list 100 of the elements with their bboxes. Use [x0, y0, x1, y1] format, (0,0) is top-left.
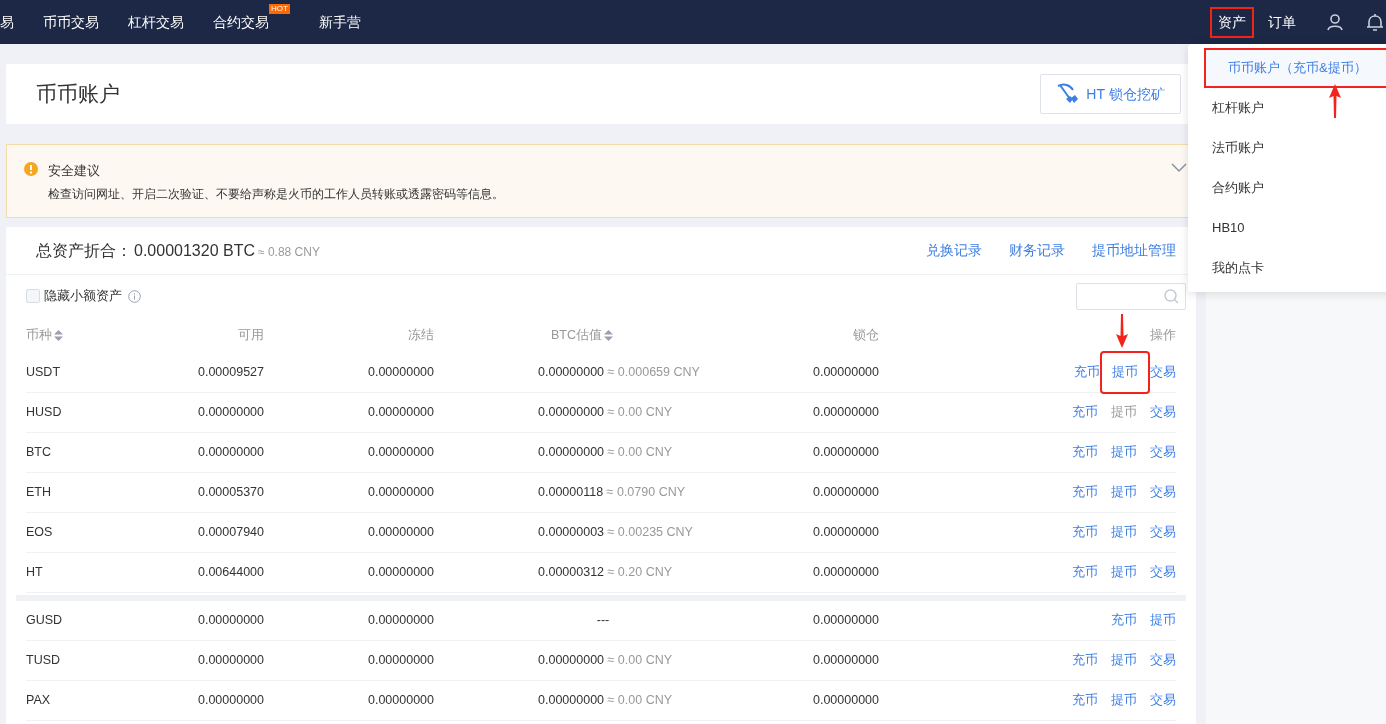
btc-value-cell: 0.00000118 ≈ 0.0790 CNY	[538, 485, 686, 500]
btc-value-cell-text: ---	[595, 612, 611, 630]
menu-item[interactable]: 合约账户	[1188, 168, 1386, 208]
menu-item[interactable]: 杠杆账户	[1188, 88, 1386, 128]
action-link[interactable]: 提币	[1111, 523, 1137, 542]
action-link[interactable]: 交易	[1150, 483, 1176, 502]
btc-value-cell: 0.00000000 ≈ 0.00 CNY	[538, 653, 673, 668]
search-field[interactable]	[1076, 282, 1186, 310]
frozen-cell-text: 0.00000000	[366, 524, 434, 542]
frozen-cell-text: 0.00000000	[366, 484, 434, 502]
locked-cell-text: 0.00000000	[811, 404, 879, 422]
record-link[interactable]: 财务记录	[1009, 240, 1065, 261]
action-link[interactable]: 充币	[1074, 363, 1100, 382]
action-link[interactable]: 交易	[1150, 523, 1176, 542]
warning-icon	[24, 162, 38, 176]
coin-cell-text: HUSD	[26, 404, 63, 422]
record-link[interactable]: 提币地址管理	[1092, 240, 1176, 261]
coin-cell-text: USDT	[26, 364, 62, 382]
bell-icon[interactable]	[1366, 12, 1384, 32]
nav-link[interactable]: 新手营	[318, 11, 361, 33]
menu-item[interactable]: 我的点卡	[1188, 248, 1386, 288]
btc-value-cell: 0.00000000 ≈ 0.000659 CNY	[538, 365, 700, 380]
action-link[interactable]: 充币	[1072, 523, 1098, 542]
btc-value-cell: 0.00000000 ≈ 0.00 CNY	[538, 405, 673, 420]
info-icon[interactable]	[128, 289, 141, 303]
record-link[interactable]: 兑换记录	[926, 240, 982, 261]
column-header[interactable]: BTC估值	[551, 325, 602, 345]
coin-cell-text: EOS	[26, 524, 54, 542]
coin-cell-text: HT	[26, 564, 44, 582]
available-cell-text: 0.00000000	[196, 612, 264, 630]
available-cell-text: 0.00007940	[196, 524, 264, 542]
frozen-cell-text: 0.00000000	[366, 444, 434, 462]
action-link[interactable]: 提币	[1111, 483, 1137, 502]
locked-cell-text: 0.00000000	[811, 692, 879, 710]
nav-link[interactable]: 币币交易	[43, 11, 99, 33]
action-link[interactable]: 提币	[1111, 563, 1137, 582]
action-link[interactable]: 充币	[1072, 563, 1098, 582]
btc-value-cell: 0.00000000 ≈ 0.00 CNY	[538, 445, 673, 460]
coin-cell-text: BTC	[26, 444, 52, 462]
available-cell-text: 0.00005370	[196, 484, 264, 502]
available-cell-text: 0.00000000	[196, 652, 264, 670]
user-icon[interactable]	[1326, 13, 1344, 31]
action-link[interactable]: 交易	[1150, 651, 1176, 670]
nav-link[interactable]: 订单	[1262, 8, 1302, 36]
action-link[interactable]: 提币	[1111, 443, 1137, 462]
frozen-cell-text: 0.00000000	[366, 692, 434, 710]
hide-small-checkbox[interactable]	[26, 289, 40, 303]
menu-item[interactable]: HB10	[1188, 208, 1386, 248]
frozen-cell-text: 0.00000000	[366, 612, 434, 630]
available-cell-text: 0.00009527	[196, 364, 264, 382]
sort-icon[interactable]	[54, 329, 63, 341]
action-link[interactable]: 提币	[1102, 353, 1148, 392]
nav-link[interactable]: 合约交易	[213, 11, 269, 33]
btc-value-cell: 0.00000312 ≈ 0.20 CNY	[538, 565, 673, 580]
annotation-arrow-down	[1116, 314, 1128, 348]
column-header[interactable]: 币种	[26, 325, 52, 345]
action-link[interactable]: 交易	[1150, 691, 1176, 710]
locked-cell-text: 0.00000000	[811, 524, 879, 542]
coin-cell-text: GUSD	[26, 612, 64, 630]
total-assets-value: 0.00001320 BTC	[134, 240, 255, 261]
btc-value-cell: 0.00000003 ≈ 0.00235 CNY	[538, 525, 693, 540]
hide-small-label: 隐藏小额资产	[44, 287, 122, 305]
locked-cell-text: 0.00000000	[811, 364, 879, 382]
nav-link[interactable]: 易	[0, 11, 14, 33]
hot-badge: HOT	[269, 3, 290, 14]
chevron-down-icon[interactable]	[1171, 163, 1187, 173]
mining-button[interactable]: HT 锁仓挖矿	[1040, 74, 1181, 114]
column-header: 冻结	[408, 326, 434, 344]
action-link[interactable]: 提币	[1150, 611, 1176, 630]
btc-value-cell: 0.00000000 ≈ 0.00 CNY	[538, 693, 673, 708]
nav-link[interactable]: 资产	[1212, 8, 1252, 36]
column-header: 锁仓	[853, 326, 879, 344]
action-link[interactable]: 充币	[1072, 443, 1098, 462]
sort-icon[interactable]	[604, 329, 613, 341]
locked-cell-text: 0.00000000	[811, 652, 879, 670]
menu-item[interactable]: 币币账户（充币&提币）	[1204, 48, 1386, 88]
annotation-arrow-up	[1329, 84, 1341, 118]
action-link[interactable]: 充币	[1072, 483, 1098, 502]
action-link[interactable]: 交易	[1150, 443, 1176, 462]
menu-item[interactable]: 法币账户	[1188, 128, 1386, 168]
action-link[interactable]: 提币	[1111, 691, 1137, 710]
available-cell-text: 0.00000000	[196, 692, 264, 710]
locked-cell-text: 0.00000000	[811, 444, 879, 462]
alert-message: 检查访问网址、开启二次验证、不要给声称是火币的工作人员转账或透露密码等信息。	[48, 186, 504, 202]
action-link[interactable]: 交易	[1150, 363, 1176, 382]
column-header: 可用	[238, 326, 264, 344]
frozen-cell-text: 0.00000000	[366, 564, 434, 582]
action-link[interactable]: 提币	[1111, 651, 1137, 670]
pickaxe-icon	[1056, 83, 1079, 105]
action-link[interactable]: 充币	[1072, 403, 1098, 422]
action-link[interactable]: 充币	[1111, 611, 1137, 630]
frozen-cell-text: 0.00000000	[366, 652, 434, 670]
nav-link[interactable]: 杠杆交易	[128, 11, 184, 33]
coin-cell-text: TUSD	[26, 652, 62, 670]
action-link[interactable]: 交易	[1150, 563, 1176, 582]
action-link[interactable]: 交易	[1150, 403, 1176, 422]
page-title: 币币账户	[36, 81, 120, 108]
action-link[interactable]: 充币	[1072, 691, 1098, 710]
coin-cell-text: ETH	[26, 484, 52, 502]
action-link[interactable]: 充币	[1072, 651, 1098, 670]
